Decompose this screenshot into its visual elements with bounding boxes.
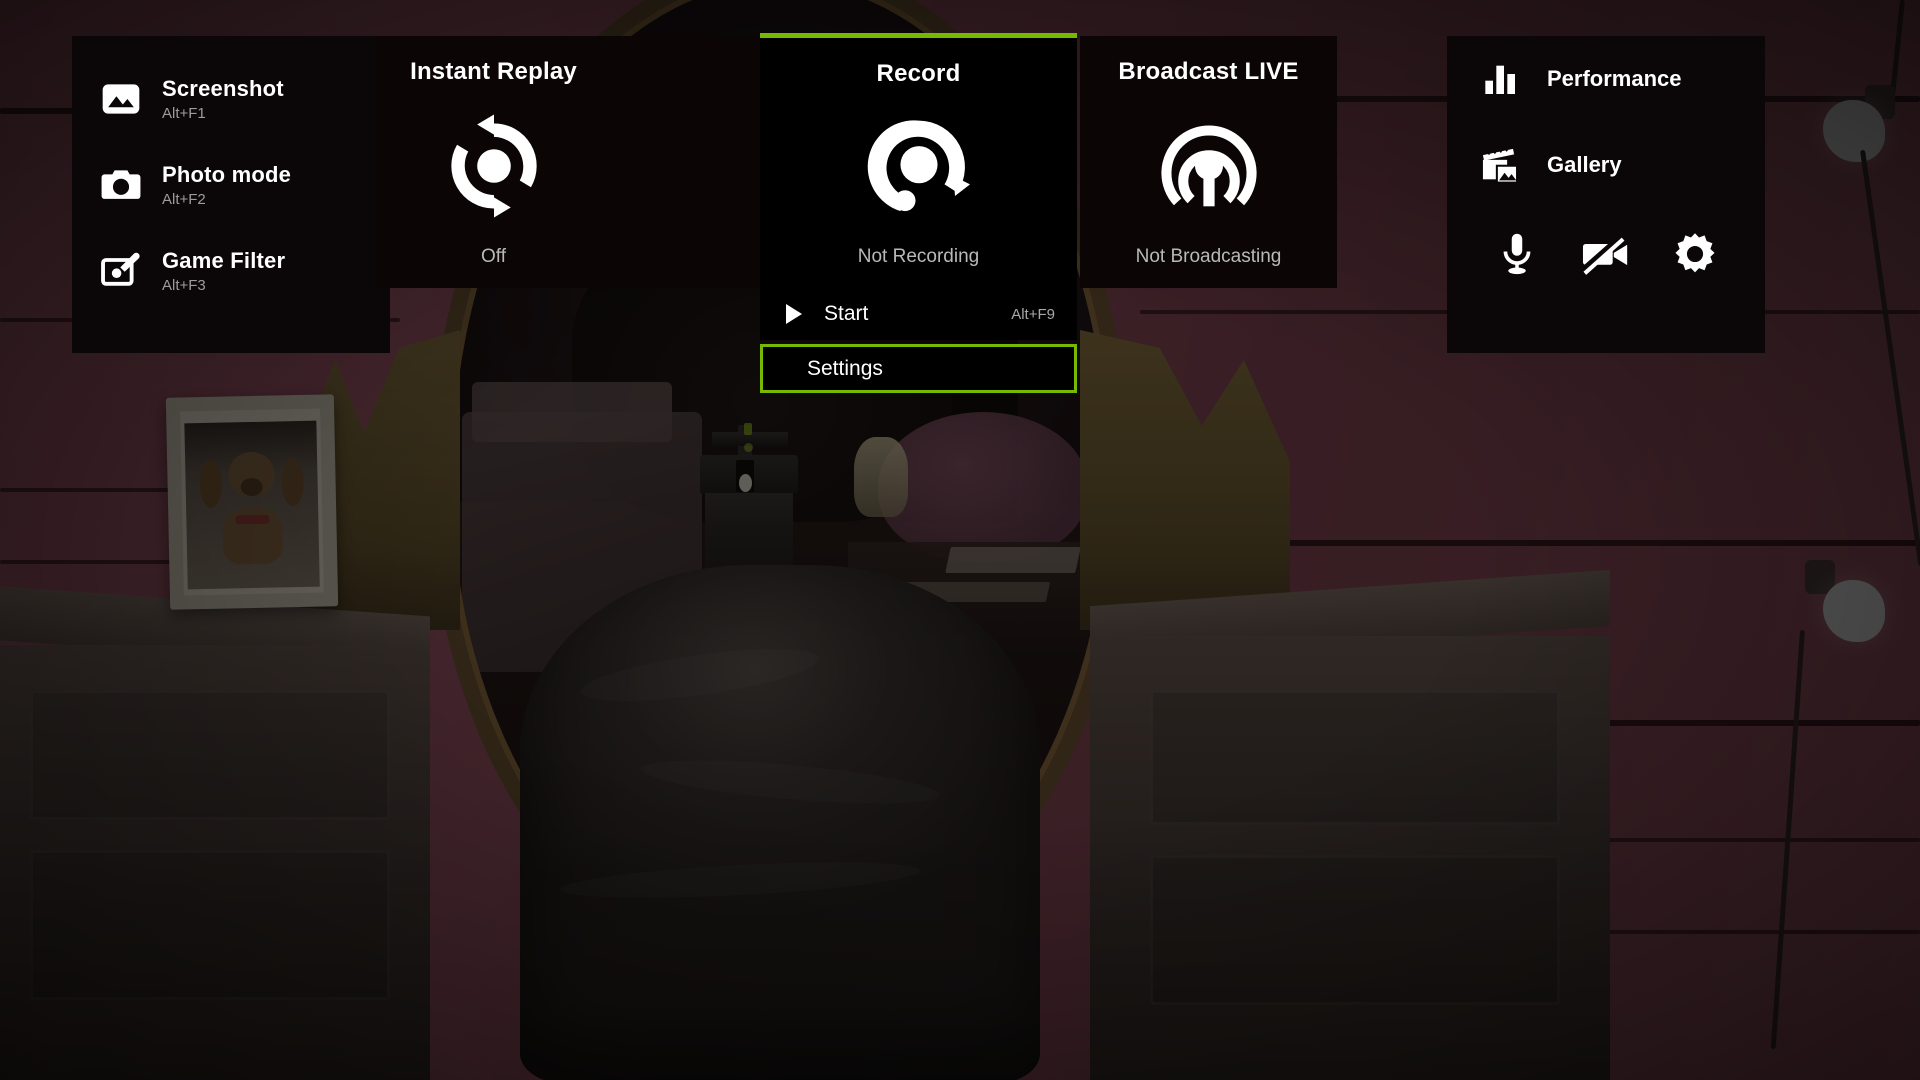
capture-item-label: Photo mode: [162, 162, 292, 188]
tile-instant-replay[interactable]: Instant Replay Off: [377, 36, 610, 288]
tile-spacer: [610, 36, 760, 288]
capture-item-screenshot[interactable]: Screenshot Alt+F1: [72, 56, 390, 142]
record-start-label: Start: [824, 302, 869, 325]
tools-panel: Performance Gallery: [1447, 36, 1765, 353]
microphone-icon[interactable]: [1489, 226, 1545, 282]
record-settings-button[interactable]: Settings: [760, 344, 1077, 393]
play-icon: [782, 303, 806, 325]
capture-item-hotkey: Alt+F1: [162, 104, 206, 122]
capture-item-text: Screenshot Alt+F1: [162, 76, 284, 121]
record-icon: [861, 88, 977, 246]
capture-panel: Screenshot Alt+F1 Photo mode Alt+F2 Game…: [72, 36, 390, 353]
bar-chart-icon: [1479, 56, 1525, 102]
capture-item-hotkey: Alt+F2: [162, 190, 206, 208]
image-icon: [98, 76, 144, 122]
gear-icon[interactable]: [1667, 226, 1723, 282]
tile-status: Off: [481, 246, 506, 267]
instant-replay-icon: [438, 86, 550, 246]
tile-title: Broadcast LIVE: [1118, 58, 1299, 85]
paintbrush-frame-icon: [98, 248, 144, 294]
tools-item-performance[interactable]: Performance: [1447, 36, 1765, 122]
capture-item-label: Game Filter: [162, 248, 286, 274]
capture-item-photo-mode[interactable]: Photo mode Alt+F2: [72, 142, 390, 228]
tile-title: Record: [876, 60, 961, 87]
tools-quick-row: [1447, 208, 1765, 300]
capture-item-hotkey: Alt+F3: [162, 276, 206, 294]
tile-status: Not Recording: [857, 246, 980, 267]
record-start-hotkey: Alt+F9: [1011, 305, 1055, 323]
capture-item-game-filter[interactable]: Game Filter Alt+F3: [72, 228, 390, 314]
geforce-overlay: Screenshot Alt+F1 Photo mode Alt+F2 Game…: [0, 0, 1920, 1080]
capture-item-text: Photo mode Alt+F2: [162, 162, 291, 207]
capture-item-label: Screenshot: [162, 76, 284, 102]
tools-item-label: Performance: [1547, 66, 1682, 91]
record-dropdown-menu: Start Alt+F9 Settings: [760, 288, 1077, 393]
record-settings-label: Settings: [807, 356, 883, 380]
clapperboard-photo-icon: [1479, 142, 1525, 188]
camera-icon: [98, 162, 144, 208]
tile-record[interactable]: Record Not Recording: [760, 33, 1077, 288]
broadcast-icon: [1153, 86, 1265, 246]
tools-item-label: Gallery: [1547, 152, 1622, 177]
tile-broadcast[interactable]: Broadcast LIVE Not Broadcasting: [1080, 36, 1337, 288]
record-start-row[interactable]: Start Alt+F9: [760, 288, 1077, 340]
tile-title: Instant Replay: [410, 58, 577, 85]
capture-item-text: Game Filter Alt+F3: [162, 248, 285, 293]
tools-item-gallery[interactable]: Gallery: [1447, 122, 1765, 208]
camera-off-icon[interactable]: [1578, 226, 1634, 282]
tile-status: Not Broadcasting: [1135, 246, 1282, 267]
